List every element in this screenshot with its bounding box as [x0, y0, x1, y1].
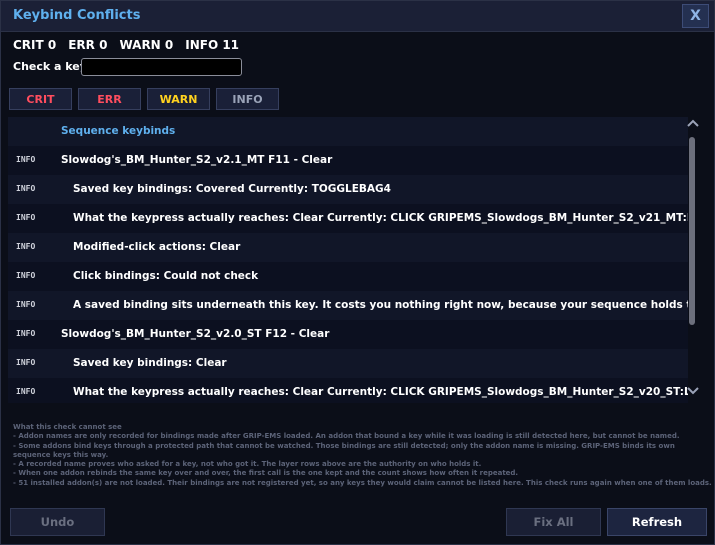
warn-count: WARN 0: [119, 38, 174, 52]
chevron-down-icon[interactable]: [685, 385, 701, 399]
filter-warn-button[interactable]: WARN: [147, 88, 210, 110]
notes-line: - Some addons bind keys through a protec…: [13, 441, 675, 459]
list-item-text: Slowdog's_BM_Hunter_S2_v2.0_ST F12 - Cle…: [61, 328, 330, 340]
severity-tag: INFO: [16, 387, 36, 396]
close-button[interactable]: X: [682, 4, 709, 28]
list-item-text: A saved binding sits underneath this key…: [73, 299, 688, 311]
list-item[interactable]: INFO What the keypress actually reaches:…: [8, 378, 688, 403]
list-item-text: Modified-click actions: Clear: [73, 241, 241, 253]
list-item[interactable]: INFO A saved binding sits underneath thi…: [8, 291, 688, 320]
severity-tag: INFO: [16, 329, 36, 338]
list-item-text: What the keypress actually reaches: Clea…: [73, 386, 688, 398]
limitations-notes: What this check cannot see - Addon names…: [13, 423, 713, 488]
notes-line: - Addon names are only recorded for bind…: [13, 432, 680, 441]
chevron-up-icon[interactable]: [685, 117, 701, 131]
list-item-text: Click bindings: Could not check: [73, 270, 259, 282]
filter-info-button[interactable]: INFO: [216, 88, 279, 110]
list-item[interactable]: INFO Click bindings: Could not check: [8, 262, 688, 291]
section-header-row: Sequence keybinds: [8, 117, 688, 146]
refresh-button[interactable]: Refresh: [607, 508, 707, 536]
notes-line: - A recorded name proves who asked for a…: [13, 460, 482, 469]
info-count: INFO 11: [185, 38, 240, 52]
severity-tag: INFO: [16, 271, 36, 280]
severity-tag: INFO: [16, 300, 36, 309]
severity-tag: INFO: [16, 242, 36, 251]
undo-button[interactable]: Undo: [10, 508, 105, 536]
severity-tag: INFO: [16, 213, 36, 222]
section-header: Sequence keybinds: [61, 125, 176, 137]
filter-crit-button[interactable]: CRIT: [9, 88, 72, 110]
list-item-text: What the keypress actually reaches: Clea…: [73, 212, 688, 224]
list-item-text: Saved key bindings: Clear: [73, 357, 227, 369]
list-item[interactable]: INFO Modified-click actions: Clear: [8, 233, 688, 262]
conflict-list[interactable]: Sequence keybinds INFO Slowdog's_BM_Hunt…: [8, 117, 688, 403]
filter-err-button[interactable]: ERR: [78, 88, 141, 110]
notes-line: - 51 installed addon(s) are not loaded. …: [13, 478, 712, 487]
severity-counts: CRIT 0 ERR 0 WARN 0 INFO 11: [13, 38, 239, 52]
severity-tag: INFO: [16, 155, 36, 164]
list-item[interactable]: INFO Saved key bindings: Clear: [8, 349, 688, 378]
check-key-input[interactable]: [81, 58, 242, 76]
list-item[interactable]: INFO Slowdog's_BM_Hunter_S2_v2.0_ST F12 …: [8, 320, 688, 349]
title-bar[interactable]: Keybind Conflicts X: [1, 1, 714, 32]
scroll-thumb[interactable]: [689, 137, 695, 325]
list-item-text: Saved key bindings: Covered Currently: T…: [73, 183, 391, 195]
list-item[interactable]: INFO Slowdog's_BM_Hunter_S2_v2.1_MT F11 …: [8, 146, 688, 175]
list-item[interactable]: INFO What the keypress actually reaches:…: [8, 204, 688, 233]
list-scrollbar[interactable]: [685, 117, 701, 401]
crit-count: CRIT 0: [13, 38, 57, 52]
check-key-label: Check a key:: [13, 60, 92, 73]
keybind-conflicts-window: Keybind Conflicts X CRIT 0 ERR 0 WARN 0 …: [0, 0, 715, 545]
err-count: ERR 0: [68, 38, 108, 52]
list-item[interactable]: INFO Saved key bindings: Covered Current…: [8, 175, 688, 204]
severity-tag: INFO: [16, 184, 36, 193]
severity-tag: INFO: [16, 358, 36, 367]
window-title: Keybind Conflicts: [13, 8, 141, 23]
list-item-text: Slowdog's_BM_Hunter_S2_v2.1_MT F11 - Cle…: [61, 154, 333, 166]
notes-line: - When one addon rebinds the same key ov…: [13, 469, 519, 478]
notes-heading: What this check cannot see: [13, 423, 122, 431]
fix-all-button[interactable]: Fix All: [506, 508, 601, 536]
